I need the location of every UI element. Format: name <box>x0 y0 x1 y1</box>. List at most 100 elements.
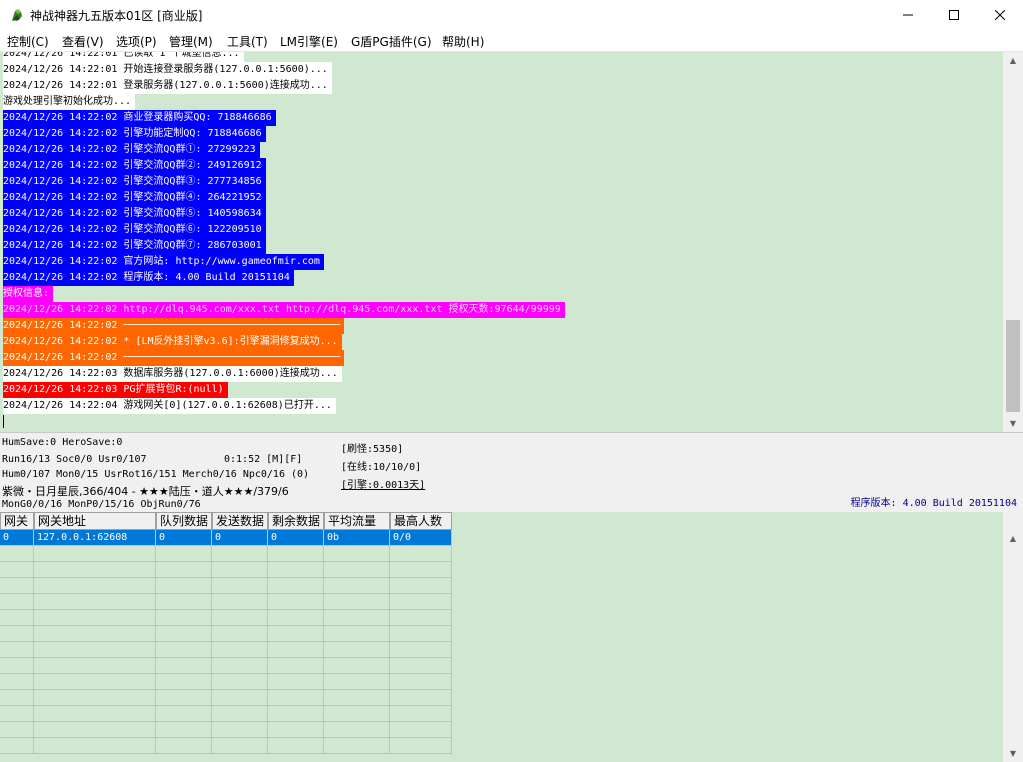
menu-tools[interactable]: 工具(T) <box>227 33 268 50</box>
table-cell <box>0 706 34 722</box>
table-row[interactable] <box>0 546 452 562</box>
table-row[interactable] <box>0 610 452 626</box>
table-cell <box>390 546 452 562</box>
table-cell: 0/0 <box>390 530 452 546</box>
scroll-up-arrow[interactable]: ▲ <box>1003 52 1023 69</box>
status-panel: HumSave:0 HeroSave:0 Run16/13 Soc0/0 Usr… <box>0 432 1023 512</box>
col-gateway-address[interactable]: 网关地址 <box>34 512 156 530</box>
table-row[interactable] <box>0 722 452 738</box>
menu-help[interactable]: 帮助(H) <box>442 33 484 50</box>
engine-uptime: [引擎:0.0013天] <box>341 480 426 491</box>
log-line: 2024/12/26 14:22:01 已读取 1 个城堡信息... <box>3 52 244 62</box>
scroll-down-arrow[interactable]: ▼ <box>1003 415 1023 432</box>
log-line: 2024/12/26 14:22:03 PG扩展背包R:(null) <box>3 382 228 398</box>
table-cell <box>324 594 390 610</box>
table-cell <box>34 578 156 594</box>
table-cell <box>324 626 390 642</box>
status-save: HumSave:0 HeroSave:0 <box>2 437 123 448</box>
close-button[interactable] <box>977 0 1023 30</box>
col-queue-data[interactable]: 队列数据 <box>156 512 212 530</box>
col-avg-traffic[interactable]: 平均流量 <box>324 512 390 530</box>
table-row[interactable] <box>0 658 452 674</box>
log-line: 2024/12/26 14:22:02 引擎功能定制QQ: 718846686 <box>3 126 266 142</box>
table-cell <box>156 690 212 706</box>
status-hum: Hum0/107 Mon0/15 UsrRot16/151 Merch0/16 … <box>2 469 310 480</box>
table-row[interactable] <box>0 690 452 706</box>
table-scrollbar[interactable]: ▲ ▼ <box>1003 512 1023 762</box>
table-cell <box>156 738 212 754</box>
log-line: 2024/12/26 14:22:02 引擎交流QQ群②: 249126912 <box>3 158 266 174</box>
table-cell <box>324 674 390 690</box>
table-row[interactable] <box>0 706 452 722</box>
log-line: 游戏处理引擎初始化成功... <box>3 94 136 110</box>
col-gateway[interactable]: 网关 <box>0 512 34 530</box>
table-cell <box>0 578 34 594</box>
table-cell <box>324 706 390 722</box>
table-cell <box>268 706 324 722</box>
table-row[interactable] <box>0 738 452 754</box>
menu-control[interactable]: 控制(C) <box>7 33 49 50</box>
app-icon <box>12 9 22 21</box>
table-cell <box>212 738 268 754</box>
table-cell <box>212 690 268 706</box>
table-cell <box>156 626 212 642</box>
table-cell <box>34 642 156 658</box>
maximize-icon <box>949 10 959 20</box>
log-scroll-thumb[interactable] <box>1006 320 1020 412</box>
table-cell <box>34 674 156 690</box>
table-cell: 0 <box>156 530 212 546</box>
table-scroll-up-arrow[interactable]: ▲ <box>1003 530 1023 547</box>
menu-options[interactable]: 选项(P) <box>116 33 157 50</box>
log-scrollbar[interactable]: ▲ ▼ <box>1003 52 1023 432</box>
menu-bar: 控制(C) 查看(V) 选项(P) 管理(M) 工具(T) LM引擎(E) G盾… <box>0 30 1023 52</box>
table-row[interactable] <box>0 562 452 578</box>
table-row[interactable]: 0 127.0.0.1:62608 0 0 0 0b 0/0 <box>0 530 452 546</box>
table-cell <box>268 690 324 706</box>
table-scroll-down-arrow[interactable]: ▼ <box>1003 745 1023 762</box>
table-cell <box>324 610 390 626</box>
table-cell <box>212 546 268 562</box>
table-cell <box>268 626 324 642</box>
status-uptime: 0:1:52 [M][F] <box>224 454 303 465</box>
menu-manage[interactable]: 管理(M) <box>169 33 213 50</box>
log-line: 2024/12/26 14:22:02 引擎交流QQ群⑥: 122209510 <box>3 222 266 238</box>
table-row[interactable] <box>0 642 452 658</box>
table-cell <box>34 658 156 674</box>
table-cell <box>268 546 324 562</box>
menu-g-shield-plugin[interactable]: G盾PG插件(G) <box>351 33 432 50</box>
table-cell <box>390 610 452 626</box>
table-cell <box>0 690 34 706</box>
col-send-data[interactable]: 发送数据 <box>212 512 268 530</box>
col-remaining-data[interactable]: 剩余数据 <box>268 512 324 530</box>
log-line: 2024/12/26 14:22:02 引擎交流QQ群③: 277734856 <box>3 174 266 190</box>
title-bar[interactable]: 神战神器九五版本01区 [商业版] <box>0 0 1023 30</box>
gateway-table[interactable]: 网关 网关地址 队列数据 发送数据 剩余数据 平均流量 最高人数 0 127.0.… <box>0 512 1003 762</box>
maximize-button[interactable] <box>931 0 977 30</box>
table-cell <box>212 562 268 578</box>
table-cell <box>268 658 324 674</box>
minimize-button[interactable] <box>885 0 931 30</box>
text-cursor <box>3 415 4 428</box>
table-cell <box>212 642 268 658</box>
table-cell <box>212 610 268 626</box>
log-panel[interactable]: 2024/12/26 14:22:01 已读取 1 个城堡信息... 2024/1… <box>0 52 1003 432</box>
table-row[interactable] <box>0 626 452 642</box>
table-cell <box>34 626 156 642</box>
menu-view[interactable]: 查看(V) <box>62 33 104 50</box>
table-cell <box>156 706 212 722</box>
menu-lm-engine[interactable]: LM引擎(E) <box>280 33 338 50</box>
log-line: 授权信息: <box>3 286 54 302</box>
log-line: 2024/12/26 14:22:02 商业登录器购买QQ: 718846686 <box>3 110 276 126</box>
table-cell <box>34 722 156 738</box>
table-cell <box>390 658 452 674</box>
table-cell <box>268 722 324 738</box>
table-row[interactable] <box>0 674 452 690</box>
table-cell <box>268 738 324 754</box>
col-max-users[interactable]: 最高人数 <box>390 512 452 530</box>
online-count: [在线:10/10/0] <box>341 462 422 473</box>
table-row[interactable] <box>0 578 452 594</box>
table-row[interactable] <box>0 594 452 610</box>
table-cell <box>390 594 452 610</box>
table-cell <box>390 738 452 754</box>
table-cell <box>0 610 34 626</box>
